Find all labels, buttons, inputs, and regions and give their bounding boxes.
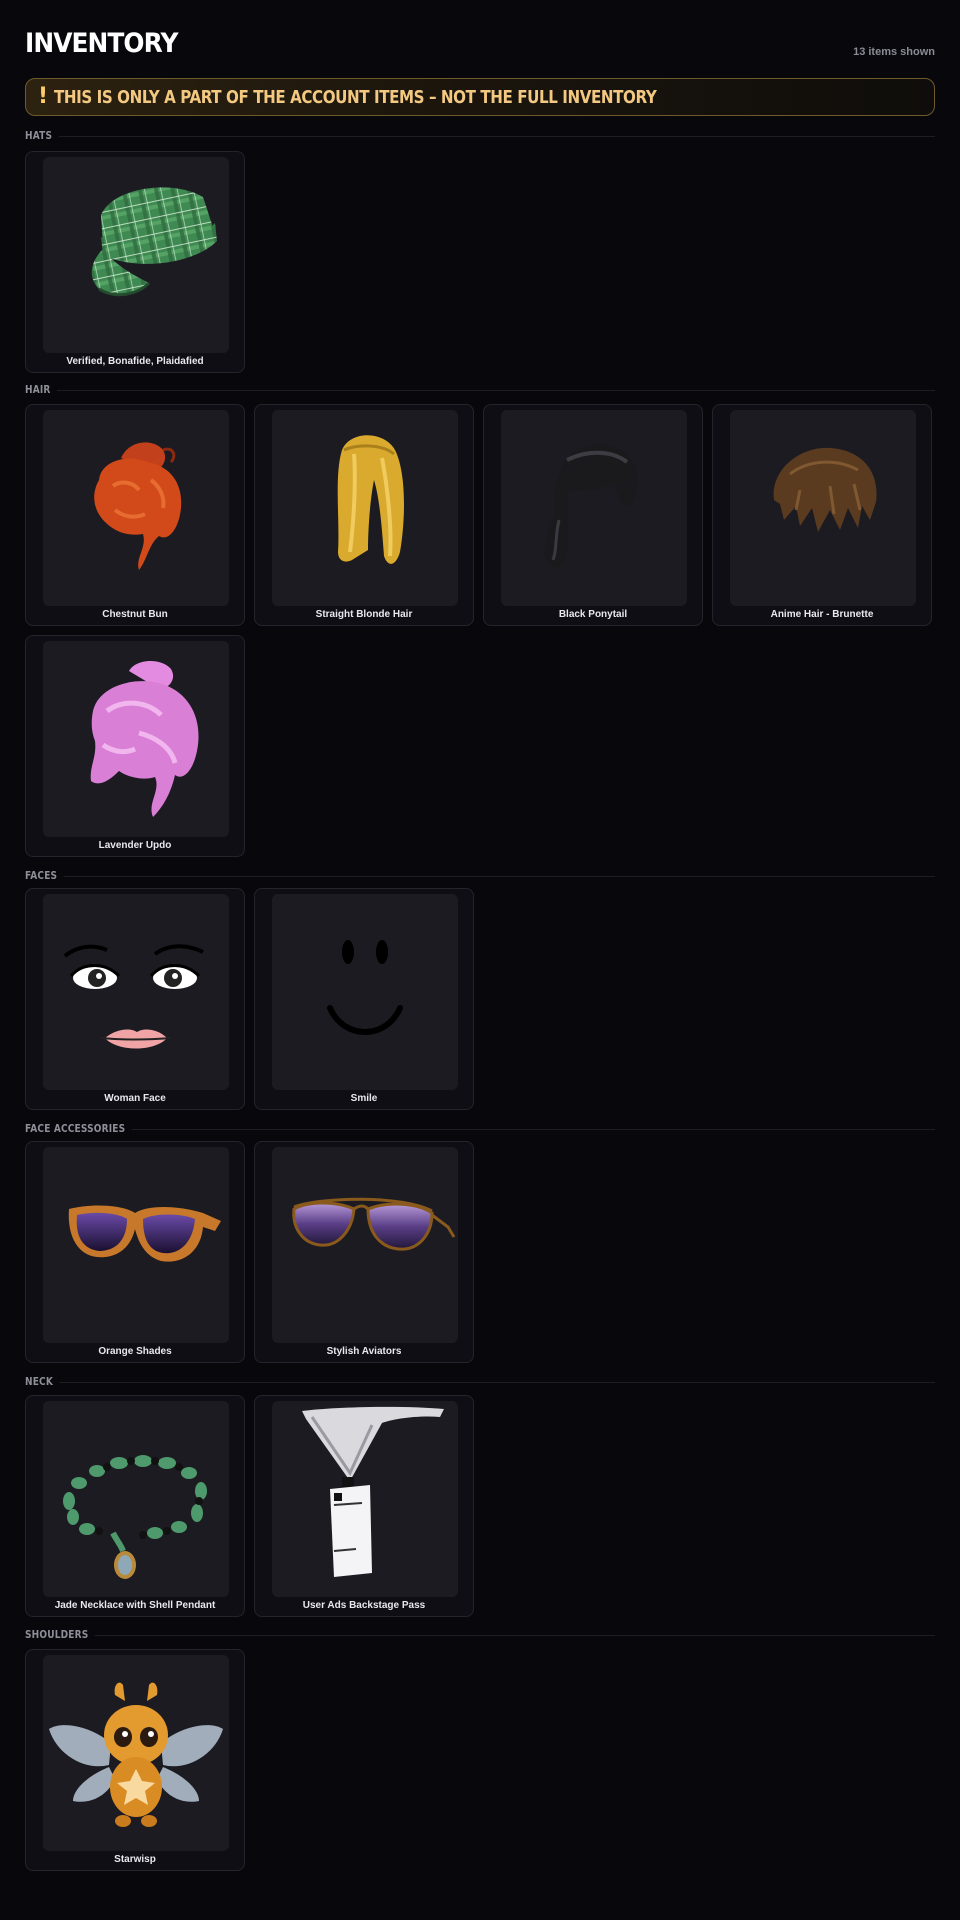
item-card[interactable]: Woman Face [25,888,245,1110]
section-label: FACES [25,869,64,882]
item-card[interactable]: Anime Hair - Brunette [712,404,932,626]
backstage-pass-icon [302,1406,444,1577]
item-card[interactable]: Straight Blonde Hair [254,404,474,626]
section-label: FACE ACCESSORIES [25,1122,132,1135]
item-name: Jade Necklace with Shell Pendant [54,1600,216,1611]
jade-necklace-icon [63,1455,207,1579]
item-name: Chestnut Bun [102,609,168,620]
item-card[interactable]: Verified, Bonafide, Plaidafied [25,151,245,373]
section-label: HAIR [25,383,58,396]
item-thumbnail [272,1147,458,1343]
exclamation-icon: ! [38,84,49,109]
item-thumbnail [43,157,229,353]
item-thumbnail [272,894,458,1090]
item-thumbnail [272,410,458,606]
item-name: Woman Face [104,1093,166,1104]
item-name: Anime Hair - Brunette [770,609,874,620]
page-title: INVENTORY [25,28,178,59]
lavender-updo-icon [90,660,199,817]
chestnut-bun-hair-icon [94,442,182,570]
item-card[interactable]: Chestnut Bun [25,404,245,626]
item-name: Smile [350,1093,378,1104]
warning-text: THIS IS ONLY A PART OF THE ACCOUNT ITEMS… [54,87,657,108]
item-thumbnail [43,641,229,837]
item-thumbnail [43,1655,229,1851]
item-name: Stylish Aviators [326,1346,402,1357]
plaid-cap-icon [91,187,217,297]
brunette-hair-icon [773,447,877,532]
item-name: Orange Shades [98,1346,172,1357]
item-name: Lavender Updo [98,840,172,851]
section-neck: NECK [25,1375,935,1389]
black-ponytail-icon [544,444,638,568]
item-card[interactable]: Black Ponytail [483,404,703,626]
item-thumbnail [43,410,229,606]
woman-face-icon [63,944,204,1049]
section-label: NECK [25,1375,60,1388]
item-name: User Ads Backstage Pass [302,1600,426,1611]
smile-face-icon [327,940,403,1035]
orange-shades-icon [68,1205,221,1262]
items-count: 13 items shown [853,46,935,58]
item-thumbnail [43,1401,229,1597]
section-hats: HATS [25,129,935,143]
section-shoulders: SHOULDERS [25,1628,935,1642]
item-card[interactable]: Stylish Aviators [254,1141,474,1363]
item-card[interactable]: Jade Necklace with Shell Pendant [25,1395,245,1617]
item-name: Black Ponytail [558,609,628,620]
section-label: HATS [25,129,59,142]
blonde-hair-icon [337,435,404,564]
item-card[interactable]: Smile [254,888,474,1110]
section-faces: FACES [25,869,935,883]
item-thumbnail [43,1147,229,1343]
item-thumbnail [43,894,229,1090]
item-name: Straight Blonde Hair [315,609,413,620]
item-thumbnail [272,1401,458,1597]
item-name: Verified, Bonafide, Plaidafied [66,356,204,367]
warning-banner: ! THIS IS ONLY A PART OF THE ACCOUNT ITE… [25,78,935,116]
section-face-accessories: FACE ACCESSORIES [25,1122,935,1136]
item-name: Starwisp [114,1854,156,1865]
item-card[interactable]: Orange Shades [25,1141,245,1363]
item-thumbnail [501,410,687,606]
section-hair: HAIR [25,383,935,397]
item-thumbnail [730,410,916,606]
section-label: SHOULDERS [25,1628,95,1641]
item-card[interactable]: Starwisp [25,1649,245,1871]
page-header: INVENTORY 13 items shown [25,22,935,62]
aviators-icon [292,1197,456,1251]
item-card[interactable]: User Ads Backstage Pass [254,1395,474,1617]
item-card[interactable]: Lavender Updo [25,635,245,857]
starwisp-icon [49,1682,223,1827]
